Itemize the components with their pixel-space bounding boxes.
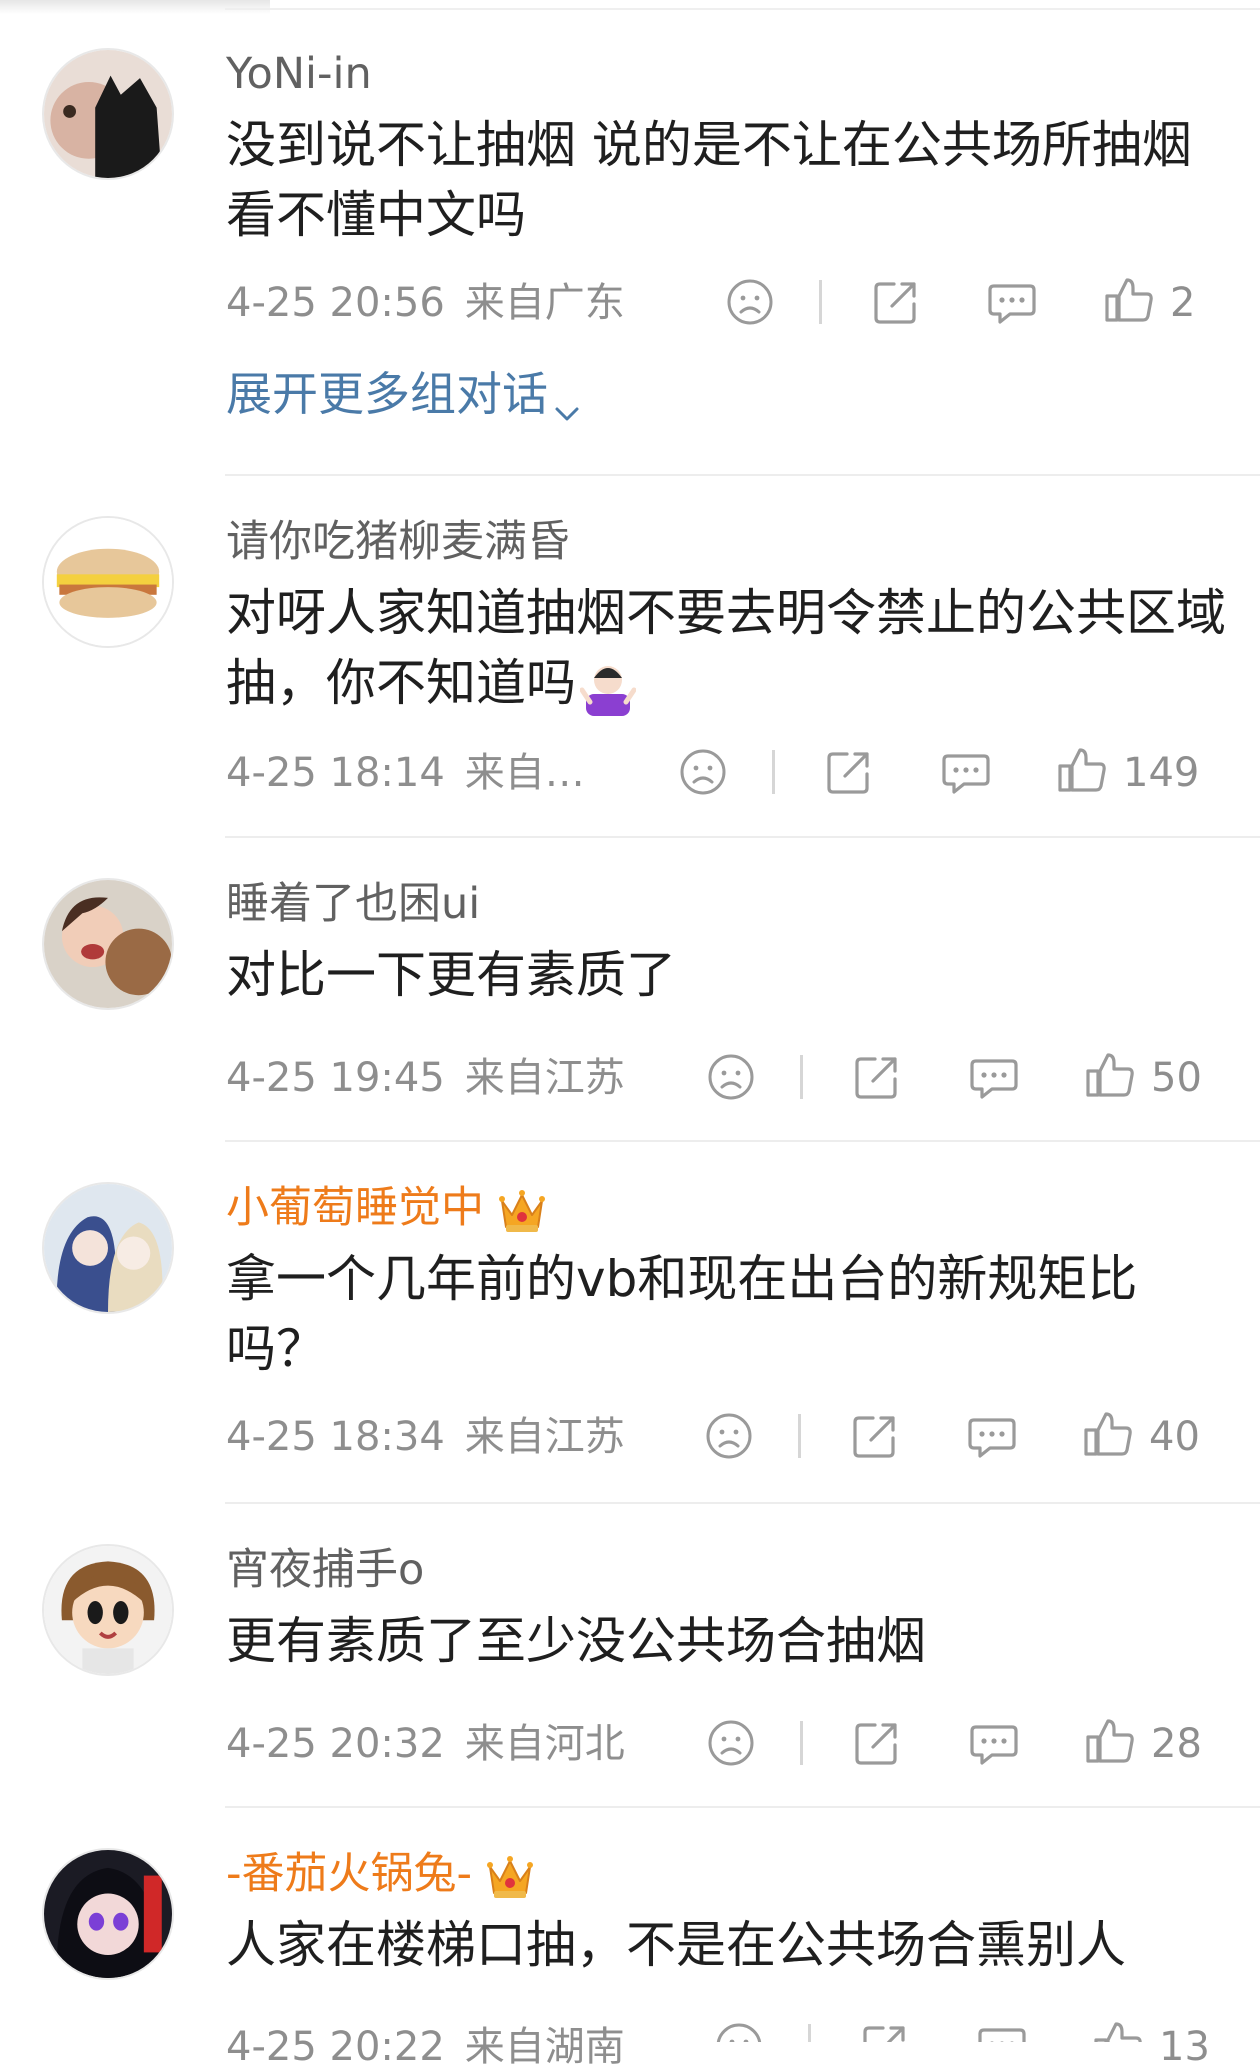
avatar[interactable] xyxy=(42,1848,174,1980)
timestamp: 4-25 20:56 xyxy=(226,280,445,326)
share-icon[interactable] xyxy=(859,2020,911,2042)
chevron-down-icon xyxy=(552,383,582,420)
comment-bubble-icon[interactable] xyxy=(968,1717,1020,1769)
username[interactable]: YoNi-in xyxy=(226,46,372,102)
comment-text: 对呀人家知道抽烟不要去明令禁止的公共区域抽，你不知道吗 xyxy=(226,578,1226,718)
expand-label: 展开更多组对话 xyxy=(226,367,548,421)
separator xyxy=(808,2024,811,2042)
top-shadow xyxy=(0,0,270,14)
location: 来自河北 xyxy=(464,1721,625,1767)
share-icon[interactable] xyxy=(851,1717,903,1769)
sad-face-icon[interactable] xyxy=(703,1410,755,1462)
comment-bubble-icon[interactable] xyxy=(940,746,992,798)
username-text: -番茄火锅兔- xyxy=(226,1849,473,1899)
comment-bubble-icon[interactable] xyxy=(976,2020,1028,2042)
crown-icon xyxy=(496,1187,548,1235)
location: 来自湖南 xyxy=(464,2024,625,2070)
top-divider xyxy=(225,8,1260,10)
avatar[interactable] xyxy=(42,1544,174,1676)
username-text: 小葡萄睡觉中 xyxy=(226,1183,484,1233)
shrug-emoji-icon xyxy=(579,658,637,716)
location: 来自江苏 xyxy=(464,1055,625,1101)
separator xyxy=(800,1055,803,1099)
comment-bubble-icon[interactable] xyxy=(986,276,1038,328)
comment-text: 拿一个几年前的vb和现在出台的新规矩比吗？ xyxy=(226,1250,1138,1378)
comment-bubble-icon[interactable] xyxy=(968,1051,1020,1103)
crown-icon xyxy=(484,1853,536,1901)
username[interactable]: 睡着了也困ui xyxy=(226,876,480,932)
timestamp: 4-25 20:22 xyxy=(226,2024,445,2070)
divider xyxy=(225,474,1260,476)
separator xyxy=(772,750,775,794)
separator xyxy=(800,1721,803,1765)
location: 来自广东 xyxy=(464,280,625,326)
comment-meta: 4-25 20:22 来自湖南 xyxy=(226,2022,625,2072)
thumbs-up-icon[interactable] xyxy=(1084,1715,1136,1767)
username[interactable]: 宵夜捕手o xyxy=(226,1542,424,1598)
location: 来自… xyxy=(464,750,585,796)
divider xyxy=(225,1140,1260,1142)
sad-face-icon[interactable] xyxy=(705,1051,757,1103)
share-icon[interactable] xyxy=(851,1051,903,1103)
thumbs-up-icon[interactable] xyxy=(1103,274,1155,326)
timestamp: 4-25 18:14 xyxy=(226,750,445,796)
separator xyxy=(819,280,822,324)
timestamp: 4-25 19:45 xyxy=(226,1055,445,1101)
avatar[interactable] xyxy=(42,516,174,648)
divider xyxy=(225,1502,1260,1504)
sad-face-icon[interactable] xyxy=(677,746,729,798)
timestamp: 4-25 18:34 xyxy=(226,1414,445,1460)
thumbs-up-icon[interactable] xyxy=(1056,744,1108,796)
comment-meta: 4-25 18:34 来自江苏 xyxy=(226,1412,625,1462)
comment-text-content: 对呀人家知道抽烟不要去明令禁止的公共区域抽，你不知道吗 xyxy=(226,584,1226,712)
sad-face-icon[interactable] xyxy=(724,276,776,328)
location: 来自江苏 xyxy=(464,1414,625,1460)
comment-meta: 4-25 20:56 来自广东 xyxy=(226,278,625,328)
thumbs-up-icon[interactable] xyxy=(1082,1408,1134,1460)
comment-meta: 4-25 20:32 来自河北 xyxy=(226,1719,625,1769)
divider xyxy=(225,1806,1260,1808)
comment-text: 人家在楼梯口抽，不是在公共场合熏别人 xyxy=(226,1916,1126,1974)
share-icon[interactable] xyxy=(823,746,875,798)
avatar[interactable] xyxy=(42,878,174,1010)
expand-conversation-link[interactable]: 展开更多组对话 xyxy=(226,364,582,424)
timestamp: 4-25 20:32 xyxy=(226,1721,445,1767)
like-count: 2 xyxy=(1170,280,1196,326)
like-count: 40 xyxy=(1149,1414,1200,1460)
comment-text: 更有素质了至少没公共场合抽烟 xyxy=(226,1612,926,1670)
comment-meta: 4-25 19:45 来自江苏 xyxy=(226,1053,625,1103)
avatar[interactable] xyxy=(42,48,174,180)
avatar[interactable] xyxy=(42,1182,174,1314)
username[interactable]: -番茄火锅兔- xyxy=(226,1846,536,1902)
separator xyxy=(798,1414,801,1458)
thumbs-up-icon[interactable] xyxy=(1092,2018,1144,2042)
username[interactable]: 请你吃猪柳麦满昏 xyxy=(226,514,570,570)
comment-text: 对比一下更有素质了 xyxy=(226,946,676,1004)
like-count: 149 xyxy=(1123,750,1200,796)
comment-bubble-icon[interactable] xyxy=(966,1410,1018,1462)
thumbs-up-icon[interactable] xyxy=(1084,1049,1136,1101)
divider xyxy=(225,836,1260,838)
username[interactable]: 小葡萄睡觉中 xyxy=(226,1180,548,1236)
like-count: 28 xyxy=(1151,1721,1202,1767)
comment-meta: 4-25 18:14 来自… xyxy=(226,748,585,798)
sad-face-icon[interactable] xyxy=(705,1717,757,1769)
comment-text: 没到说不让抽烟 说的是不让在公共场所抽烟 看不懂中文吗 xyxy=(226,116,1192,244)
like-count: 13 xyxy=(1159,2024,1210,2070)
share-icon[interactable] xyxy=(849,1410,901,1462)
like-count: 50 xyxy=(1151,1055,1202,1101)
share-icon[interactable] xyxy=(870,276,922,328)
sad-face-icon[interactable] xyxy=(713,2020,765,2042)
